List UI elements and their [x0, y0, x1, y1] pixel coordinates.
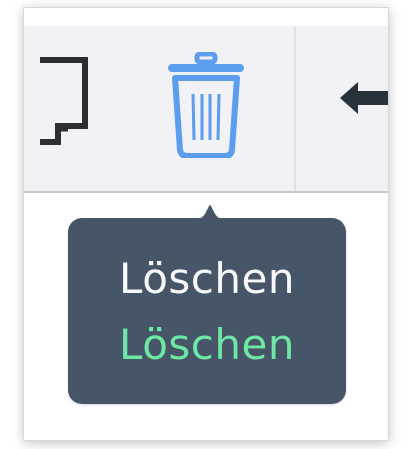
tooltip-secondary-label: Löschen: [119, 320, 295, 369]
screenshot-frame: Löschen Löschen: [24, 8, 388, 440]
tooltip-primary-label: Löschen: [119, 254, 295, 303]
monitor-icon[interactable]: [40, 56, 96, 166]
toolbar: [24, 26, 388, 193]
toolbar-divider: [294, 26, 296, 191]
tooltip: Löschen Löschen: [68, 200, 346, 410]
arrow-left-icon[interactable]: [340, 80, 388, 116]
tooltip-caret-icon: [194, 205, 226, 220]
tooltip-bubble: Löschen Löschen: [68, 218, 346, 404]
trash-icon[interactable]: [164, 52, 248, 158]
